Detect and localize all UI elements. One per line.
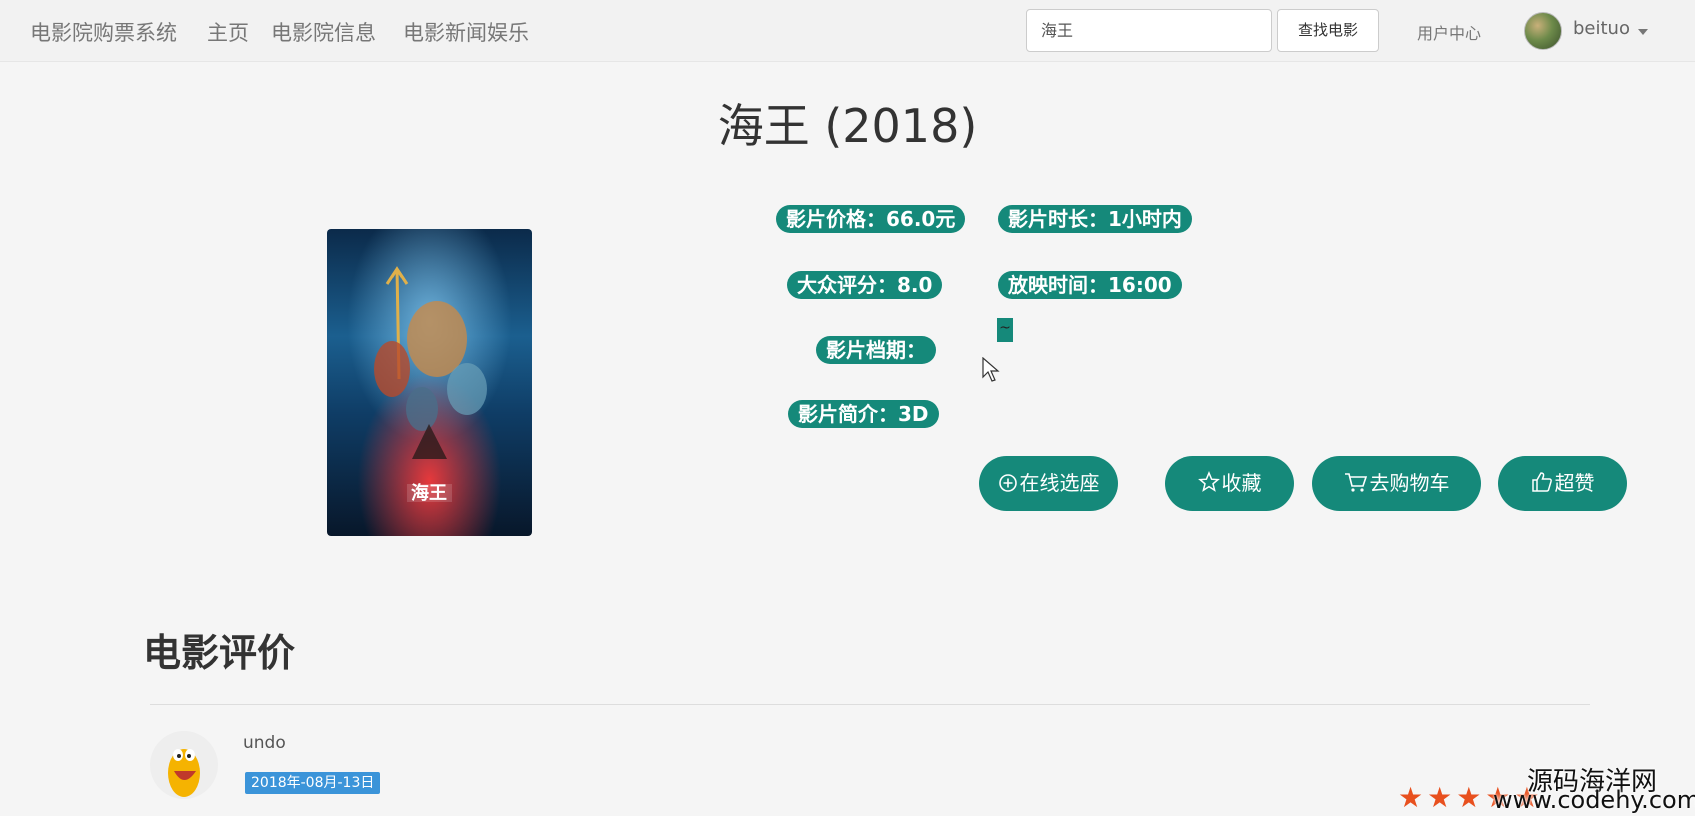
nav-link-cinema-info[interactable]: 电影院信息 (271, 17, 376, 47)
like-label: 超赞 (1554, 471, 1595, 495)
favorite-label: 收藏 (1221, 471, 1262, 495)
review-username: undo (243, 733, 286, 753)
reviews-heading: 电影评价 (143, 631, 296, 675)
online-seat-label: 在线选座 (1019, 471, 1100, 495)
search-button[interactable]: 查找电影 (1277, 9, 1379, 52)
intro-badge: 影片简介：3D (788, 400, 939, 428)
watermark-url: www.codehy.com (1493, 786, 1695, 814)
thumbs-up-icon (1531, 472, 1552, 492)
review-avatar (150, 731, 218, 799)
cart-label: 去购物车 (1369, 471, 1450, 495)
nav-brand[interactable]: 电影院购票系统 (30, 17, 177, 47)
like-button[interactable]: 超赞 (1498, 456, 1627, 511)
shopping-cart-icon (1344, 473, 1367, 492)
plus-circle-icon (998, 474, 1017, 492)
duration-badge: 影片时长：1小时内 (998, 205, 1192, 233)
svg-text:海王: 海王 (411, 482, 447, 504)
nav-link-home[interactable]: 主页 (207, 17, 249, 47)
rating-badge: 大众评分：8.0 (787, 271, 943, 299)
price-badge: 影片价格：66.0元 (776, 205, 966, 233)
user-center-link[interactable]: 用户中心 (1417, 20, 1481, 44)
schedule-value: ~ (997, 318, 1013, 342)
showtime-badge: 放映时间：16:00 (998, 271, 1182, 299)
favorite-button[interactable]: 收藏 (1165, 456, 1294, 511)
username-dropdown[interactable]: beituo (1573, 18, 1630, 39)
review-date-badge: 2018年-08月-13日 (245, 772, 381, 794)
nav-link-movie-news[interactable]: 电影新闻娱乐 (403, 17, 529, 47)
schedule-badge: 影片档期： (816, 336, 936, 364)
online-seat-button[interactable]: 在线选座 (979, 456, 1118, 511)
star-icon (1197, 471, 1220, 492)
chevron-down-icon[interactable] (1638, 29, 1648, 35)
cart-button[interactable]: 去购物车 (1312, 456, 1481, 511)
divider (150, 704, 1590, 705)
mouse-cursor-icon (982, 357, 1000, 382)
navbar: 电影院购票系统 主页 电影院信息 电影新闻娱乐 海王 查找电影 用户中心 bei… (0, 0, 1695, 62)
movie-poster: 海王 (327, 229, 532, 536)
search-input[interactable]: 海王 (1026, 9, 1272, 52)
user-avatar[interactable] (1524, 12, 1562, 50)
movie-title: 海王 (2018) (717, 99, 978, 153)
